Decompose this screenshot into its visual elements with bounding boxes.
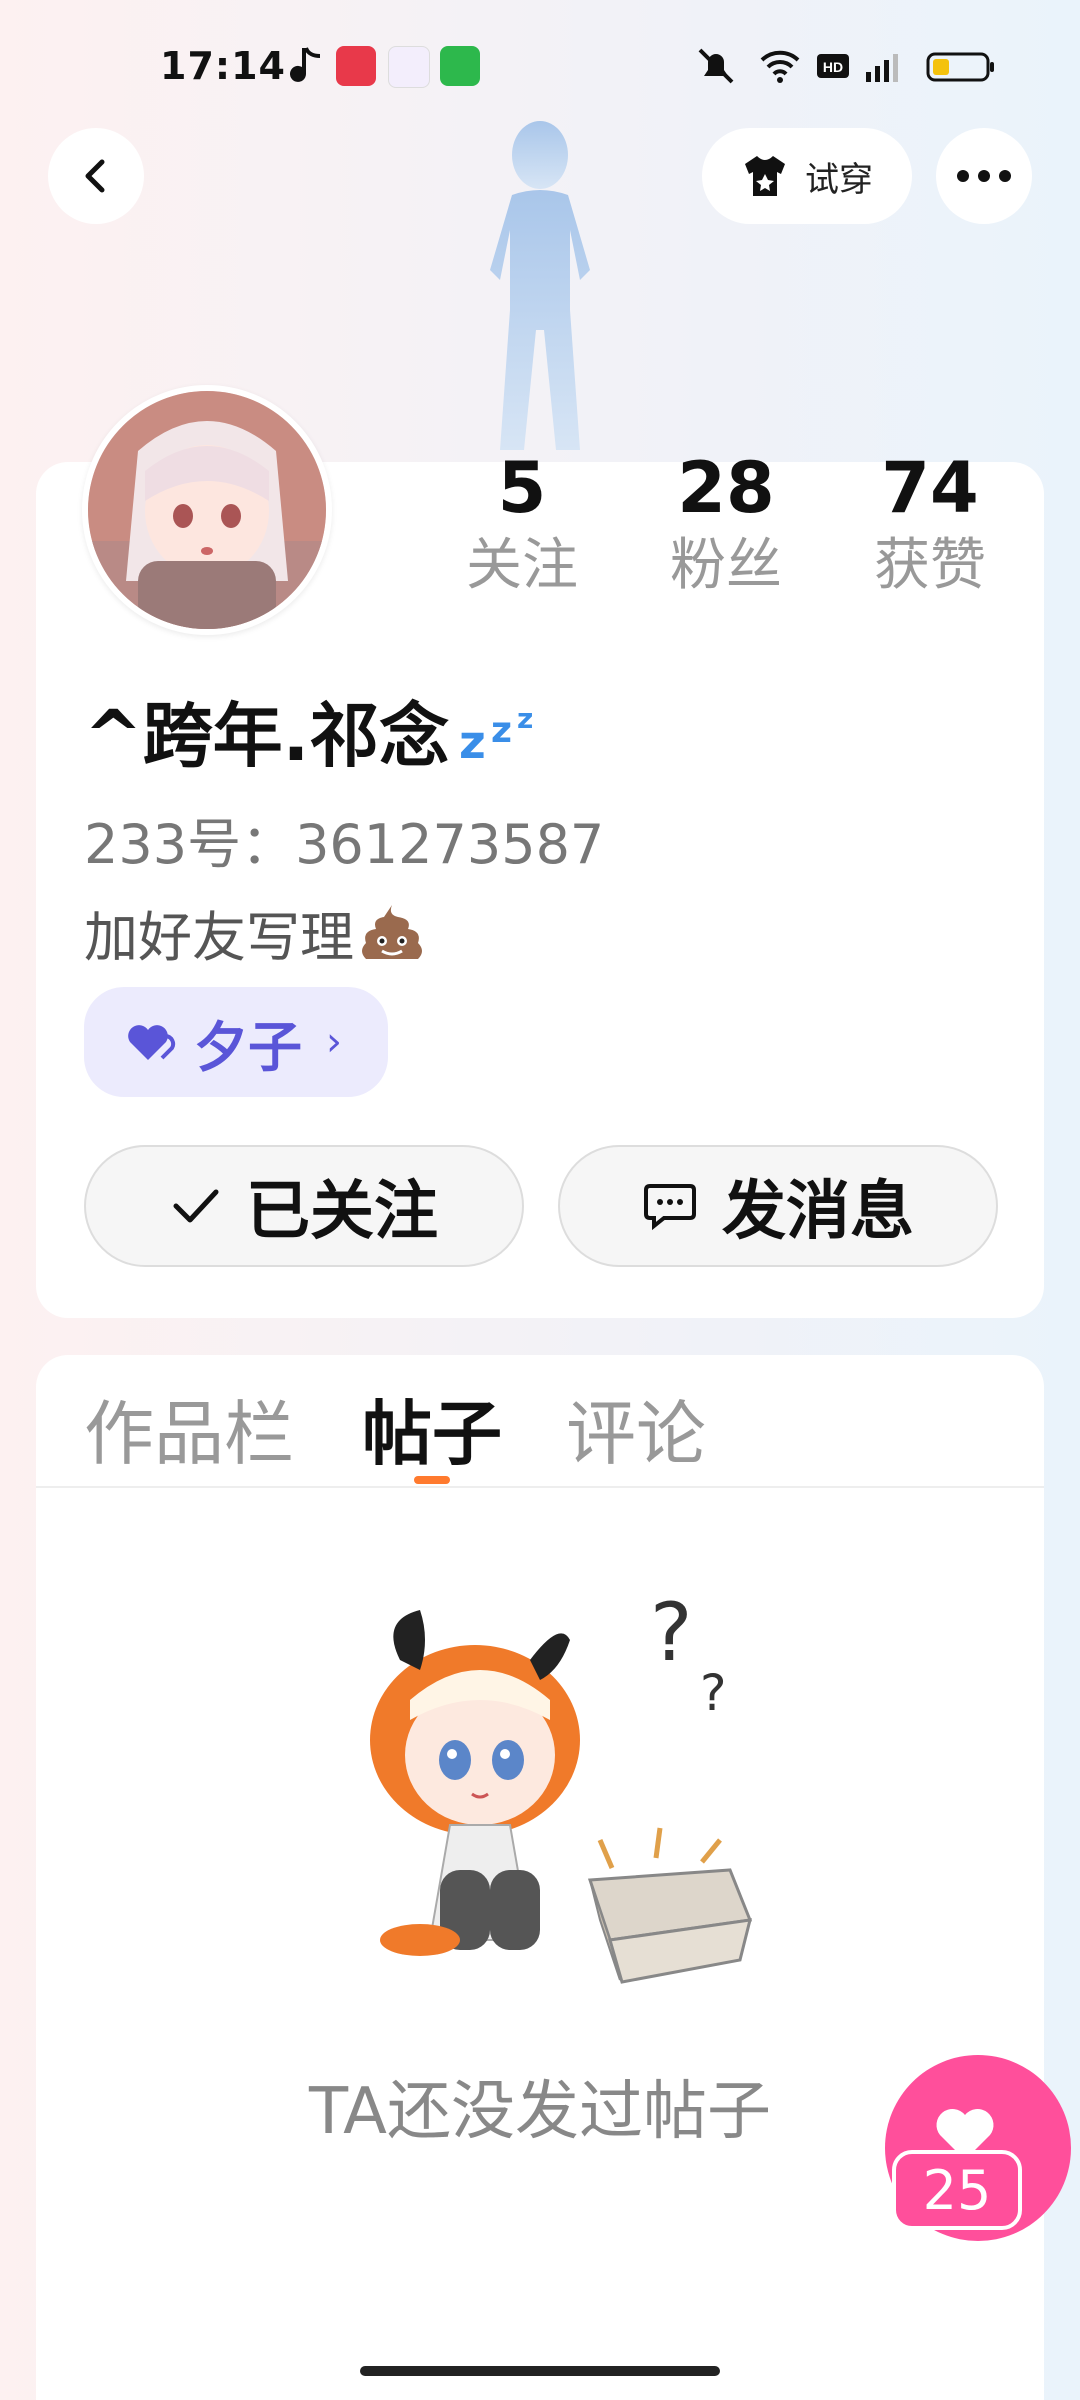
tshirt-icon	[745, 156, 785, 196]
mute-icon	[694, 46, 738, 86]
empty-state-illustration: ? ?	[360, 1580, 760, 2000]
wifi-icon	[758, 46, 802, 86]
svg-text:z: z	[491, 710, 512, 751]
try-on-button[interactable]: 试穿	[702, 128, 912, 224]
battery-icon	[926, 46, 996, 86]
more-icon	[957, 170, 1011, 182]
chat-icon	[644, 1184, 696, 1231]
stat-followers[interactable]: 28 粉丝	[646, 448, 806, 604]
video-app-icon	[336, 46, 376, 86]
chevron-right-icon: ›	[326, 1019, 342, 1065]
stat-likes[interactable]: 74 获赞	[850, 448, 1010, 604]
user-id: 233号：361273587	[84, 813, 605, 876]
active-tab-indicator	[414, 1476, 450, 1484]
back-button[interactable]	[48, 128, 144, 224]
zzz-icon: z z z	[459, 702, 533, 766]
profile-bio: 加好友写理	[84, 893, 426, 972]
stat-value: 5	[497, 447, 547, 529]
app-icon	[388, 46, 430, 88]
check-icon	[173, 1189, 219, 1223]
svg-text:HD: HD	[823, 59, 843, 75]
tab-divider	[36, 1486, 1044, 1488]
profile-bio-text: 加好友写理	[84, 906, 354, 969]
try-on-label: 试穿	[805, 159, 873, 200]
chevron-left-icon	[85, 159, 105, 193]
more-button[interactable]	[936, 128, 1032, 224]
intimacy-tag[interactable]: 夕子 ›	[84, 987, 388, 1097]
signal-icon	[862, 46, 906, 86]
intimacy-tag-label: 夕子	[194, 1015, 302, 1079]
svg-text:?: ?	[650, 1586, 692, 1679]
svg-text:?: ?	[700, 1664, 727, 1722]
hd-icon: HD	[816, 46, 850, 86]
music-app-icon	[288, 46, 322, 92]
poop-emoji-icon	[362, 904, 422, 959]
tab-comments[interactable]: 评论	[566, 1378, 706, 1479]
stat-label: 粉丝	[670, 533, 782, 598]
follow-button-label: 已关注	[246, 1175, 438, 1249]
follow-button[interactable]: 已关注	[84, 1145, 524, 1267]
stat-label: 获赞	[874, 533, 986, 598]
status-time: 17:14	[160, 44, 286, 88]
stat-following[interactable]: 5 关注	[442, 448, 602, 604]
tab-works[interactable]: 作品栏	[84, 1378, 294, 1479]
like-count-badge: 25	[892, 2150, 1022, 2230]
avatar-figure-image	[420, 110, 660, 470]
stat-value: 74	[881, 447, 979, 529]
avatar[interactable]	[82, 385, 332, 635]
svg-text:z: z	[459, 715, 486, 766]
message-button-label: 发消息	[722, 1175, 914, 1249]
stat-value: 28	[677, 447, 775, 529]
home-indicator[interactable]	[360, 2366, 720, 2376]
heart-icon	[128, 1025, 176, 1060]
message-button[interactable]: 发消息	[558, 1145, 998, 1267]
profile-name-text: ^跨年.祁念	[84, 695, 450, 777]
tab-posts[interactable]: 帖子	[362, 1378, 502, 1479]
stat-label: 关注	[466, 533, 578, 598]
profile-name: ^跨年.祁念 z z z	[84, 680, 547, 781]
svg-text:z: z	[517, 702, 533, 735]
message-app-icon	[440, 46, 480, 86]
